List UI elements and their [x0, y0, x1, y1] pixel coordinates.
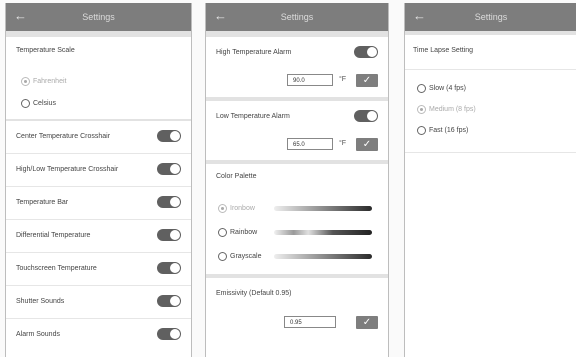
settings-screen-3: ← Settings Time Lapse Setting Slow (4 fp… [404, 3, 576, 357]
radio-celsius[interactable] [21, 99, 30, 108]
center-crosshair-toggle[interactable] [157, 130, 181, 142]
temperature-scale-card: Temperature Scale Fahrenheit Celsius [6, 37, 191, 119]
time-lapse-label: Time Lapse Setting [413, 47, 474, 54]
divider [6, 252, 191, 253]
toggle-label: Shutter Sounds [16, 298, 65, 305]
medium-label: Medium (8 fps) [429, 106, 476, 113]
celsius-label: Celsius [33, 100, 56, 107]
low-alarm-value-input[interactable]: 65.0 [287, 138, 333, 150]
settings-screen-2: ← Settings High Temperature Alarm 90.0 °… [205, 3, 389, 357]
toggle-label: Alarm Sounds [16, 331, 60, 338]
settings-screen-1: ← Settings Temperature Scale Fahrenheit … [5, 3, 192, 357]
low-alarm-label: Low Temperature Alarm [216, 113, 290, 120]
slow-label: Slow (4 fps) [429, 85, 466, 92]
radio-fast[interactable] [417, 126, 426, 135]
toggle-label: Temperature Bar [16, 199, 69, 206]
app-bar: ← Settings [405, 3, 576, 31]
high-alarm-confirm-check-icon[interactable]: ✓ [356, 74, 378, 87]
high-alarm-unit: °F [339, 76, 347, 83]
app-bar-title: Settings [474, 12, 508, 22]
high-alarm-label: High Temperature Alarm [216, 49, 292, 56]
divider [6, 285, 191, 286]
ironbow-label: Ironbow [230, 205, 255, 212]
divider [405, 69, 576, 70]
low-alarm-toggle[interactable] [354, 110, 378, 122]
toggle-label: Differential Temperature [16, 232, 91, 239]
app-bar: ← Settings [6, 3, 191, 31]
toggle-label: Center Temperature Crosshair [16, 133, 111, 140]
app-bar-title: Settings [280, 12, 314, 22]
grayscale-label: Grayscale [230, 253, 262, 260]
temperature-scale-label: Temperature Scale [16, 47, 75, 54]
radio-ironbow[interactable] [218, 204, 227, 213]
app-bar: ← Settings [206, 3, 388, 31]
fast-label: Fast (16 fps) [429, 127, 469, 134]
divider [6, 153, 191, 154]
divider [6, 219, 191, 220]
emissivity-label: Emissivity (Default 0.95) [216, 290, 292, 297]
divider [6, 186, 191, 187]
color-palette-card: Color Palette Ironbow Rainbow Grayscale [206, 164, 388, 274]
rainbow-label: Rainbow [230, 229, 258, 236]
app-bar-title: Settings [82, 12, 115, 22]
emissivity-confirm-check-icon[interactable]: ✓ [356, 316, 378, 329]
temperature-bar-toggle[interactable] [157, 196, 181, 208]
alarm-sounds-toggle[interactable] [157, 328, 181, 340]
time-lapse-card: Time Lapse Setting Slow (4 fps) Medium (… [405, 35, 576, 357]
grayscale-gradient [274, 254, 372, 259]
touchscreen-temperature-toggle[interactable] [157, 262, 181, 274]
high-alarm-value-input[interactable]: 90.0 [287, 74, 333, 86]
high-alarm-card: High Temperature Alarm 90.0 °F ✓ [206, 37, 388, 97]
fahrenheit-label: Fahrenheit [33, 78, 67, 85]
emissivity-card: Emissivity (Default 0.95) 0.95 ✓ [206, 278, 388, 357]
low-alarm-unit: °F [339, 140, 347, 147]
ironbow-gradient [274, 206, 372, 211]
differential-temperature-toggle[interactable] [157, 229, 181, 241]
toggle-list-card: Center Temperature Crosshair High/Low Te… [6, 121, 191, 357]
low-alarm-card: Low Temperature Alarm 65.0 °F ✓ [206, 101, 388, 160]
radio-rainbow[interactable] [218, 228, 227, 237]
toggle-label: High/Low Temperature Crosshair [16, 166, 119, 173]
radio-grayscale[interactable] [218, 252, 227, 261]
radio-slow[interactable] [417, 84, 426, 93]
toggle-label: Touchscreen Temperature [16, 265, 97, 272]
color-palette-label: Color Palette [216, 173, 257, 180]
radio-medium[interactable] [417, 105, 426, 114]
low-alarm-confirm-check-icon[interactable]: ✓ [356, 138, 378, 151]
shutter-sounds-toggle[interactable] [157, 295, 181, 307]
divider [6, 318, 191, 319]
rainbow-gradient [274, 230, 372, 235]
radio-fahrenheit[interactable] [21, 77, 30, 86]
divider [405, 152, 576, 153]
emissivity-value-input[interactable]: 0.95 [284, 316, 336, 328]
high-alarm-toggle[interactable] [354, 46, 378, 58]
highlow-crosshair-toggle[interactable] [157, 163, 181, 175]
